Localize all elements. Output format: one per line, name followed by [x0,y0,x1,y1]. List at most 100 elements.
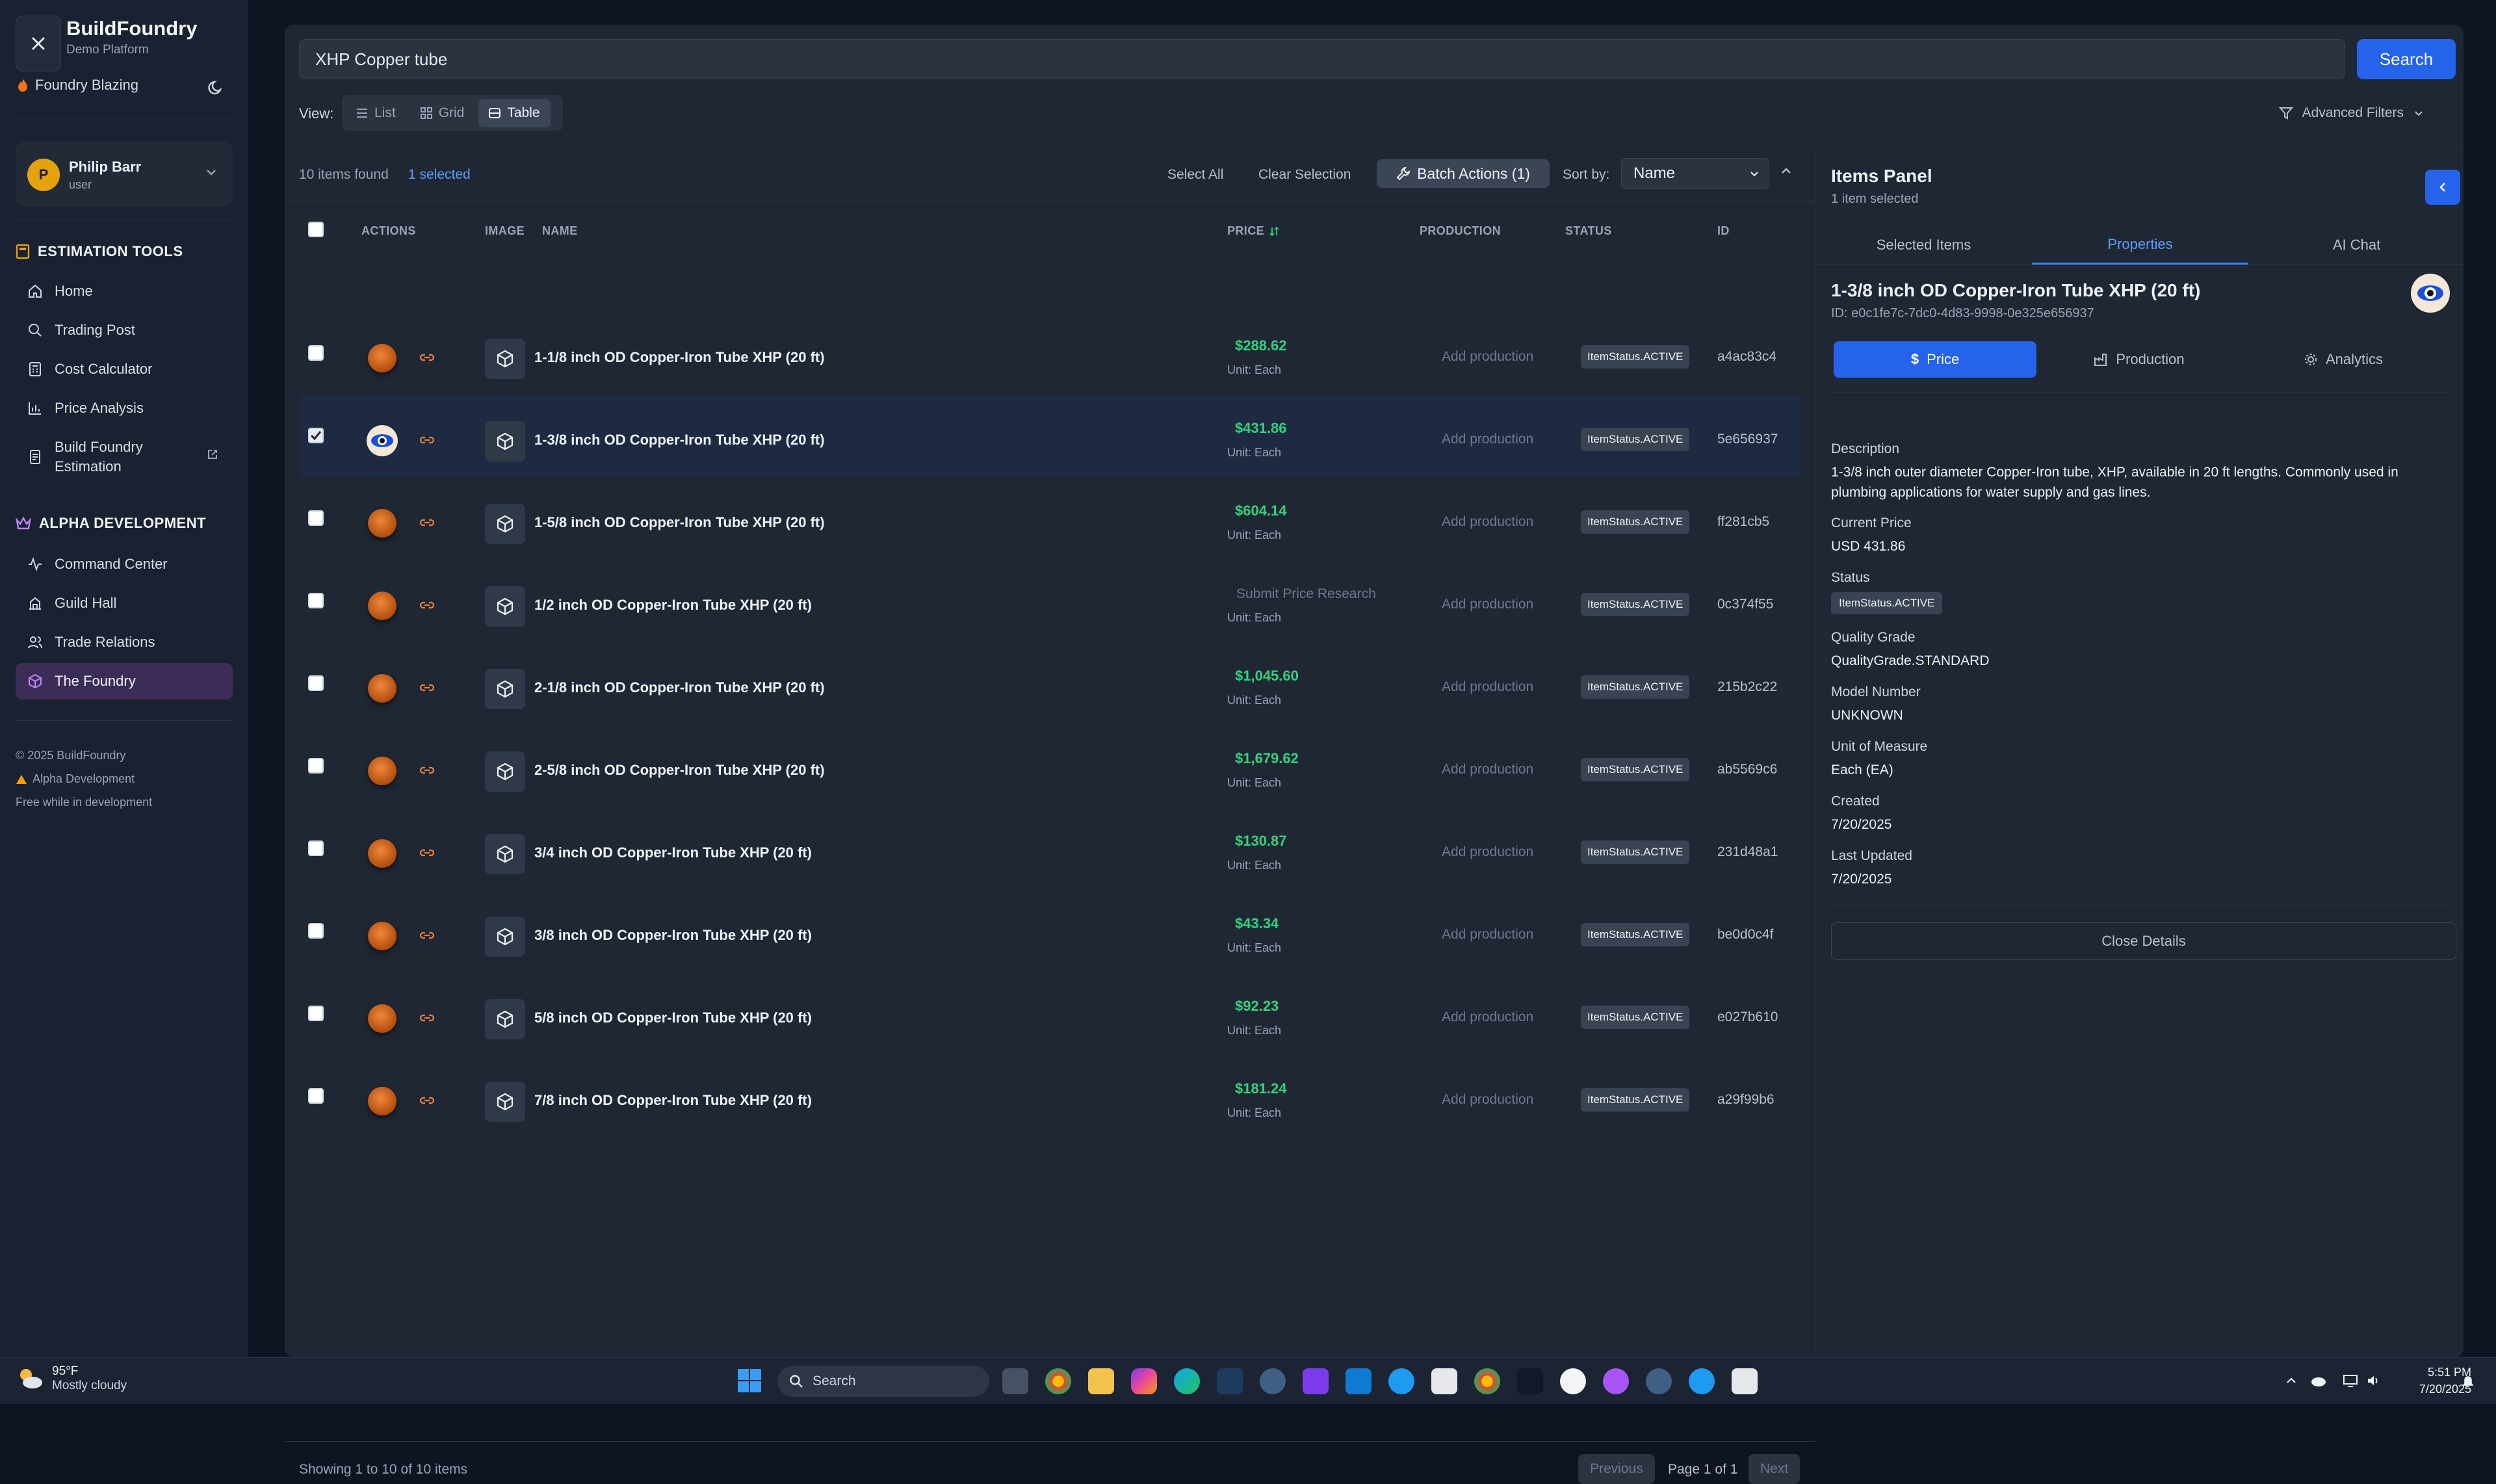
next-page-button[interactable]: Next [1748,1454,1800,1484]
sql-server-icon[interactable] [1217,1368,1243,1394]
sidebar-item-home[interactable]: Home [16,273,233,309]
volume-icon[interactable] [2366,1373,2382,1388]
item-name[interactable]: 1-1/8 inch OD Copper-Iron Tube XHP (20 f… [534,349,825,366]
vscode-icon[interactable] [1346,1368,1372,1394]
previous-page-button[interactable]: Previous [1578,1454,1655,1484]
link-icon[interactable] [419,846,436,860]
task-view-icon[interactable] [1002,1368,1028,1394]
sort-select[interactable]: Name [1621,158,1769,189]
image-placeholder[interactable] [485,834,525,874]
image-placeholder[interactable] [485,751,525,792]
image-placeholder[interactable] [485,999,525,1039]
collapse-panel-button[interactable] [2425,170,2460,205]
network-icon[interactable] [2343,1373,2358,1388]
image-placeholder[interactable] [485,669,525,709]
chrome-icon[interactable] [1045,1368,1071,1394]
link-icon[interactable] [419,1011,436,1025]
add-production-link[interactable]: Add production [1442,1009,1533,1025]
row-checkbox[interactable] [308,345,324,361]
sidebar-item-command-center[interactable]: Command Center [16,546,233,582]
unreal-engine-icon[interactable] [1560,1368,1586,1394]
view-grid-button[interactable]: Grid [410,99,475,127]
subtab-production[interactable]: Production [2038,341,2241,378]
image-placeholder[interactable] [485,917,525,957]
item-thumbnail[interactable] [368,922,396,950]
advanced-filters-button[interactable]: Advanced Filters [2278,105,2424,121]
row-checkbox[interactable] [308,1006,324,1021]
link-icon[interactable] [419,515,436,530]
notification-bell-icon[interactable] [2461,1373,2475,1389]
table-row[interactable]: 3/8 inch OD Copper-Iron Tube XHP (20 ft)… [299,891,1800,972]
sidebar-item-cost-calculator[interactable]: Cost Calculator [16,351,233,387]
close-sidebar-button[interactable] [16,16,61,72]
link-icon[interactable] [419,928,436,943]
row-checkbox[interactable] [308,675,324,691]
item-name[interactable]: 5/8 inch OD Copper-Iron Tube XHP (20 ft) [534,1009,812,1026]
link-icon[interactable] [419,1093,436,1108]
link-icon[interactable] [419,681,436,695]
batch-actions-button[interactable]: Batch Actions (1) [1377,159,1550,188]
table-row[interactable]: 2-1/8 inch OD Copper-Iron Tube XHP (20 f… [299,643,1800,725]
copilot-icon[interactable] [1131,1368,1157,1394]
column-header-name[interactable]: NAME [542,224,578,238]
search-input[interactable] [299,39,2345,79]
select-all-button[interactable]: Select All [1167,167,1223,183]
row-checkbox[interactable] [308,1088,324,1104]
image-placeholder[interactable] [485,586,525,627]
select-all-checkbox[interactable] [308,222,324,237]
table-row[interactable]: 2-5/8 inch OD Copper-Iron Tube XHP (20 f… [299,725,1800,807]
item-thumbnail[interactable] [368,1004,396,1033]
edge-icon[interactable] [1174,1368,1200,1394]
add-production-link[interactable]: Add production [1442,679,1533,695]
link-icon[interactable] [419,350,436,365]
item-thumbnail[interactable] [368,592,396,620]
image-placeholder[interactable] [485,504,525,544]
sidebar-item-price-analysis[interactable]: Price Analysis [16,390,233,426]
add-production-link[interactable]: Add production [1442,927,1533,943]
weather-widget[interactable]: 95°F Mostly cloudy [16,1364,127,1393]
notion-icon[interactable] [1431,1368,1457,1394]
item-thumbnail[interactable] [368,674,396,703]
sidebar-item-trade-relations[interactable]: Trade Relations [16,624,233,660]
image-placeholder[interactable] [485,1082,525,1122]
add-production-link[interactable]: Add production [1442,1092,1533,1108]
snipping-tool-icon[interactable] [1732,1368,1758,1394]
user-menu[interactable]: P Philip Barr user [16,142,233,207]
table-row[interactable]: 5/8 inch OD Copper-Iron Tube XHP (20 ft)… [299,973,1800,1055]
search-button[interactable]: Search [2357,39,2456,79]
visual-studio-icon[interactable] [1303,1368,1329,1394]
theme-toggle-button[interactable] [198,73,234,103]
add-production-link[interactable]: Add production [1442,844,1533,860]
tab-selected-items[interactable]: Selected Items [1815,226,2032,265]
link-icon[interactable] [419,433,436,447]
column-header-price[interactable]: PRICE [1227,224,1280,238]
view-table-button[interactable]: Table [478,99,551,127]
chevron-up-icon[interactable] [2284,1373,2298,1388]
sidebar-item-guild-hall[interactable]: Guild Hall [16,585,233,621]
row-checkbox[interactable] [308,923,324,939]
table-row[interactable]: 1/2 inch OD Copper-Iron Tube XHP (20 ft)… [299,560,1800,642]
link-icon[interactable] [419,763,436,777]
item-thumbnail[interactable] [368,344,396,372]
row-checkbox[interactable] [308,593,324,608]
pgadmin-icon[interactable] [1646,1368,1672,1394]
item-name[interactable]: 2-1/8 inch OD Copper-Iron Tube XHP (20 f… [534,679,825,696]
subtab-analytics[interactable]: Analytics [2242,341,2445,378]
close-details-button[interactable]: Close Details [1831,922,2456,960]
item-thumbnail[interactable] [368,839,396,868]
link-icon[interactable] [419,598,436,612]
add-production-link[interactable]: Add production [1442,762,1533,777]
collapse-toolbar-button[interactable] [1778,163,1794,182]
row-checkbox[interactable] [308,758,324,774]
chrome-canary-icon[interactable] [1474,1368,1500,1394]
image-placeholder[interactable] [485,339,525,379]
table-row[interactable]: 1-3/8 inch OD Copper-Iron Tube XHP (20 f… [299,395,1800,477]
docker-icon[interactable] [1388,1368,1414,1394]
add-production-link[interactable]: Add production [1442,514,1533,530]
item-name[interactable]: 3/8 inch OD Copper-Iron Tube XHP (20 ft) [534,927,812,944]
tab-properties[interactable]: Properties [2032,226,2248,265]
clock-date[interactable]: 7/20/2025 [2397,1383,2471,1396]
sidebar-item-trading-post[interactable]: Trading Post [16,312,233,348]
table-row[interactable]: 1-1/8 inch OD Copper-Iron Tube XHP (20 f… [299,313,1800,395]
terminal-icon[interactable] [1517,1368,1543,1394]
